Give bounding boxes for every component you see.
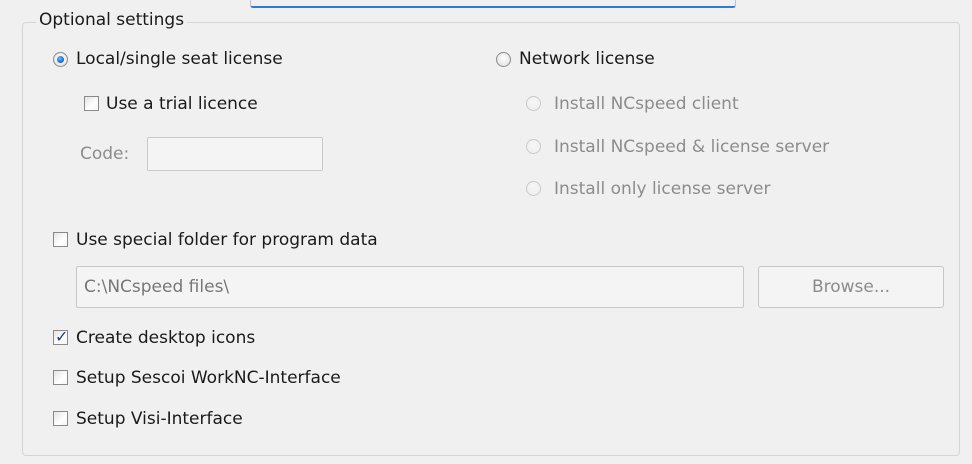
local-license-radio[interactable] <box>53 52 68 67</box>
desktop-icons-checkbox[interactable] <box>53 327 68 347</box>
install-client-and-server-label[interactable]: Install NCspeed & license server <box>554 136 829 158</box>
special-folder-label[interactable]: Use special folder for program data <box>76 229 378 251</box>
install-server-only-label[interactable]: Install only license server <box>554 178 771 200</box>
group-title: Optional settings <box>36 8 188 32</box>
worknc-interface-label[interactable]: Setup Sescoi WorkNC-Interface <box>76 367 341 389</box>
worknc-interface-checkbox[interactable] <box>53 370 68 385</box>
visi-interface-label[interactable]: Setup Visi-Interface <box>76 408 243 430</box>
trial-licence-label[interactable]: Use a trial licence <box>106 93 258 115</box>
code-label: Code: <box>80 144 130 164</box>
browse-button[interactable]: Browse... <box>758 266 944 308</box>
special-folder-checkbox[interactable] <box>53 232 68 247</box>
visi-interface-checkbox[interactable] <box>53 411 68 426</box>
install-client-radio[interactable] <box>526 96 541 111</box>
install-server-only-radio[interactable] <box>526 181 541 196</box>
install-client-and-server-radio[interactable] <box>526 139 541 154</box>
network-license-label[interactable]: Network license <box>519 48 655 70</box>
network-license-radio[interactable] <box>496 52 511 67</box>
folder-path-input[interactable]: C:\NCspeed files\ <box>76 266 744 308</box>
top-edge-bar <box>250 0 736 8</box>
trial-licence-checkbox[interactable] <box>84 96 99 111</box>
install-client-label[interactable]: Install NCspeed client <box>554 93 739 115</box>
local-license-label[interactable]: Local/single seat license <box>76 48 283 70</box>
code-input[interactable] <box>147 137 323 171</box>
desktop-icons-label[interactable]: Create desktop icons <box>76 327 255 349</box>
